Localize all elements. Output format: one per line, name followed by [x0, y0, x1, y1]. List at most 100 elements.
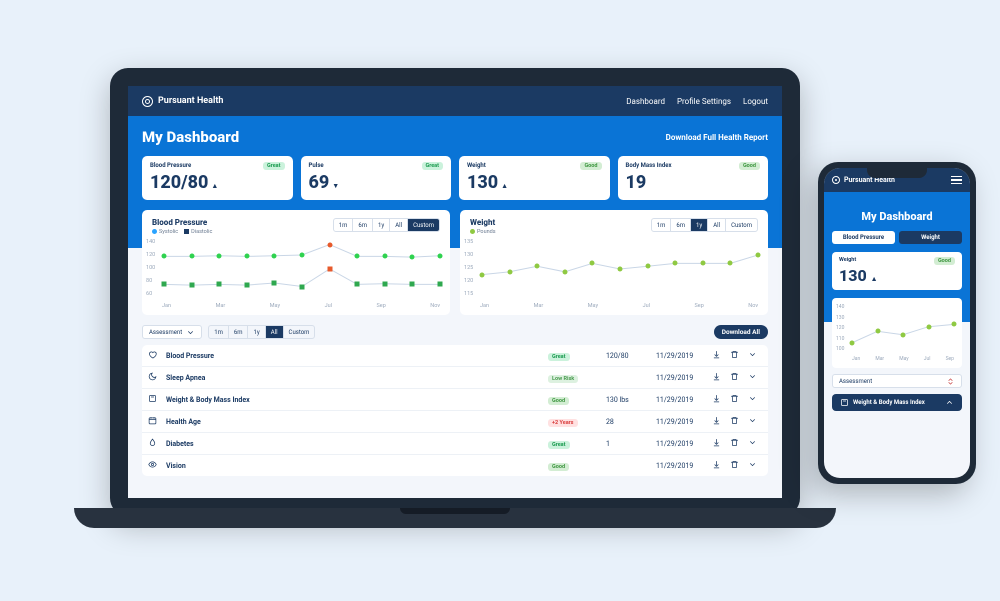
range-1m[interactable]: 1m: [209, 326, 229, 338]
mobile-weight-label: Weight: [839, 257, 856, 265]
mobile-assessment-dropdown[interactable]: Assessment: [832, 374, 962, 388]
range-6m[interactable]: 6m: [229, 326, 249, 338]
panel-weight-legend: Pounds: [470, 229, 496, 235]
download-icon[interactable]: [712, 460, 726, 471]
stat-bmi-badge: Good: [739, 162, 760, 170]
download-full-report-link[interactable]: Download Full Health Report: [666, 133, 768, 142]
stat-bmi[interactable]: Body Mass Index Good 19: [618, 156, 769, 200]
table-row: VisionGood11/29/2019: [142, 454, 768, 476]
range-all[interactable]: All: [708, 219, 726, 231]
stat-bmi-value: 19: [626, 172, 647, 193]
range-1m[interactable]: 1m: [652, 219, 672, 231]
chevron-down-icon[interactable]: [748, 438, 762, 449]
row-name: Health Age: [166, 418, 544, 426]
trend-down-icon: ▼: [332, 182, 339, 190]
stat-bp-badge: Great: [263, 162, 285, 170]
chevron-down-icon[interactable]: [748, 350, 762, 361]
range-6m[interactable]: 6m: [671, 219, 691, 231]
range-1y[interactable]: 1y: [373, 219, 390, 231]
assessment-section: Assessment 1m 6m 1y All Custom Download …: [128, 315, 782, 476]
range-custom[interactable]: Custom: [726, 219, 757, 231]
menu-icon[interactable]: [951, 176, 962, 185]
table-row: Blood PressureGreat120/8011/29/2019: [142, 345, 768, 366]
stat-weight-value: 130: [467, 172, 498, 193]
range-1y[interactable]: 1y: [248, 326, 265, 338]
droplet-icon: [148, 438, 162, 449]
stat-weight-badge: Good: [580, 162, 601, 170]
trash-icon[interactable]: [730, 438, 744, 449]
mobile-weight-card[interactable]: Weight Good 130 ▲: [832, 252, 962, 290]
download-icon[interactable]: [712, 438, 726, 449]
heart-icon: [148, 350, 162, 361]
stat-cards: Blood Pressure Great 120/80 ▲ Pulse Grea…: [142, 156, 768, 200]
legend-diastolic-icon: [184, 229, 189, 234]
nav-dashboard[interactable]: Dashboard: [626, 97, 665, 106]
chevron-down-icon[interactable]: [748, 460, 762, 471]
chevron-up-icon: [945, 398, 954, 407]
brand-name: Pursuant Health: [158, 96, 223, 106]
row-name: Diabetes: [166, 440, 544, 448]
table-row: Weight & Body Mass IndexGood130 lbs11/29…: [142, 388, 768, 410]
row-date: 11/29/2019: [656, 418, 708, 426]
eye-icon: [148, 460, 162, 471]
trend-up-icon: ▲: [501, 182, 508, 190]
trash-icon[interactable]: [730, 460, 744, 471]
panel-weight: Weight Pounds 1m 6m 1y All Custom 13513: [460, 210, 768, 315]
stat-weight[interactable]: Weight Good 130 ▲: [459, 156, 610, 200]
tab-blood-pressure[interactable]: Blood Pressure: [832, 231, 895, 244]
row-date: 11/29/2019: [656, 396, 708, 404]
table-row: DiabetesGreat111/29/2019: [142, 432, 768, 454]
mobile-weight-panel: 140130120110100 JanMarMayJulSep: [832, 298, 962, 368]
range-1y[interactable]: 1y: [691, 219, 708, 231]
row-badge: Great: [548, 441, 570, 449]
trash-icon[interactable]: [730, 416, 744, 427]
scale-icon: [840, 398, 849, 407]
download-icon[interactable]: [712, 416, 726, 427]
assessment-dropdown[interactable]: Assessment: [142, 325, 202, 339]
download-icon[interactable]: [712, 372, 726, 383]
chevron-up-down-icon: [946, 377, 955, 386]
range-custom[interactable]: Custom: [284, 326, 315, 338]
download-all-button[interactable]: Download All: [714, 325, 768, 339]
table-row: Sleep ApneaLow Risk11/29/2019: [142, 366, 768, 388]
range-all[interactable]: All: [390, 219, 408, 231]
mobile-assessment: Assessment Weight & Body Mass Index: [832, 374, 962, 411]
trash-icon[interactable]: [730, 394, 744, 405]
scale-icon: [148, 394, 162, 405]
range-custom[interactable]: Custom: [408, 219, 439, 231]
mobile-page-title: My Dashboard: [832, 210, 962, 223]
chevron-down-icon[interactable]: [748, 416, 762, 427]
trash-icon[interactable]: [730, 372, 744, 383]
mobile-category-row[interactable]: Weight & Body Mass Index: [832, 394, 962, 411]
nav-profile[interactable]: Profile Settings: [677, 97, 731, 106]
range-1m[interactable]: 1m: [334, 219, 354, 231]
laptop-notch: [400, 508, 510, 514]
row-badge: Good: [548, 397, 569, 405]
download-icon[interactable]: [712, 350, 726, 361]
download-icon[interactable]: [712, 394, 726, 405]
mobile-tabs: Blood Pressure Weight: [832, 231, 962, 244]
trend-up-icon: ▲: [871, 275, 878, 283]
mobile-weight-badge: Good: [934, 257, 955, 265]
row-date: 11/29/2019: [656, 352, 708, 360]
calendar-icon: [148, 416, 162, 427]
trash-icon[interactable]: [730, 350, 744, 361]
chevron-down-icon[interactable]: [748, 372, 762, 383]
phone-frame: Pursuant Health My Dashboard Blood Press…: [818, 162, 976, 484]
stat-pulse-value: 69: [309, 172, 330, 193]
weight-range-selector: 1m 6m 1y All Custom: [651, 218, 758, 232]
panel-weight-title: Weight: [470, 218, 496, 227]
panel-bp-legend: Systolic Diastolic: [152, 229, 212, 235]
stat-blood-pressure[interactable]: Blood Pressure Great 120/80 ▲: [142, 156, 293, 200]
tab-weight[interactable]: Weight: [899, 231, 962, 244]
range-6m[interactable]: 6m: [353, 219, 373, 231]
app-header: Pursuant Health Dashboard Profile Settin…: [128, 86, 782, 116]
stat-pulse[interactable]: Pulse Great 69 ▼: [301, 156, 452, 200]
chart-panels: Blood Pressure Systolic Diastolic 1m 6m …: [142, 210, 768, 315]
mobile-weight-plot: 140130120110100 JanMarMayJulSep: [840, 304, 954, 362]
stat-bmi-label: Body Mass Index: [626, 162, 672, 170]
nav-logout[interactable]: Logout: [743, 97, 768, 106]
panel-blood-pressure: Blood Pressure Systolic Diastolic 1m 6m …: [142, 210, 450, 315]
chevron-down-icon[interactable]: [748, 394, 762, 405]
range-all[interactable]: All: [266, 326, 284, 338]
